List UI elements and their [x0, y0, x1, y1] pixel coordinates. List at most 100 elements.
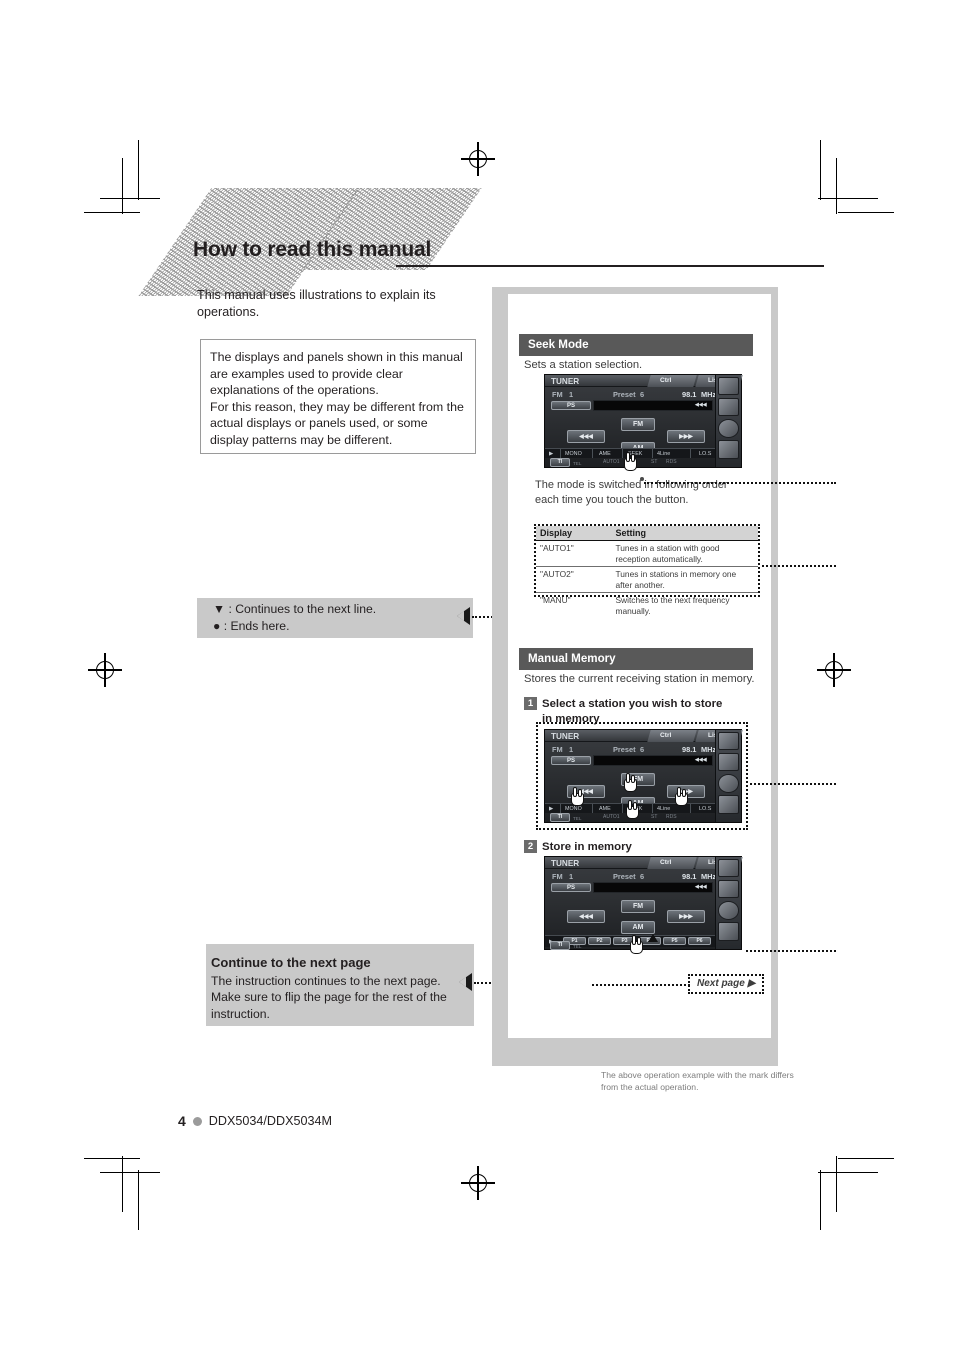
device-side-button-menu-icon[interactable] — [718, 376, 739, 396]
device-ti-button-label: TI — [557, 941, 563, 948]
device-side-button-audio-icon[interactable] — [718, 753, 739, 772]
device-next-button[interactable]: ▶▶▶ — [667, 910, 705, 923]
device-ame-button[interactable]: AME — [599, 806, 611, 812]
device-prev-button[interactable]: ◀◀◀ — [567, 430, 605, 443]
next-page-badge[interactable]: Next page ▶ — [688, 974, 765, 994]
device-side-button-disc-icon[interactable] — [718, 774, 739, 793]
crop-mark-top-left — [84, 140, 190, 220]
device-ps-button[interactable]: PS — [551, 401, 591, 410]
device-tab-ctrl[interactable] — [647, 857, 697, 869]
device-status-auto1: AUTO1 — [603, 814, 620, 820]
device-tab-ctrl-label: Ctrl — [660, 859, 672, 866]
note-box-text: The displays and panels shown in this ma… — [210, 350, 464, 447]
device-screenshot-manual-memory-step2: TUNER Ctrl List 11:21 FM 1 Preset 6 98.1… — [544, 856, 743, 950]
device-play-icon[interactable]: ▶ — [549, 451, 553, 457]
device-frequency: 98.1 — [682, 745, 697, 754]
registration-mark-top — [461, 142, 495, 176]
device-ti-button[interactable]: TI — [550, 813, 570, 822]
device-side-button-audio-icon[interactable] — [718, 880, 739, 899]
device-next-button-label: ▶▶▶ — [679, 433, 693, 440]
device-side-button-disc-icon[interactable] — [718, 419, 739, 438]
device-frequency: 98.1 — [682, 390, 697, 399]
device-preset-button-p6[interactable]: P6 — [688, 937, 711, 945]
device-side-button-disc-icon[interactable] — [718, 901, 739, 920]
legend-line-ends: ● : Ends here. — [213, 618, 290, 633]
panel-footnote: The above operation example with the mar… — [601, 1070, 794, 1092]
device-side-button-tools-icon[interactable] — [718, 795, 739, 814]
step-number-1: 1 — [524, 697, 537, 710]
device-band-label: FM — [552, 872, 563, 881]
table-cell-display: "MANU" — [540, 595, 571, 605]
device-4line-button[interactable]: 4Line — [657, 806, 670, 812]
device-tab-ctrl-label: Ctrl — [660, 377, 672, 384]
device-source-label: TUNER — [551, 732, 580, 741]
device-side-button-menu-icon[interactable] — [718, 858, 739, 878]
device-ps-button[interactable]: PS — [551, 883, 591, 892]
section-header-manual-memory-label: Manual Memory — [528, 652, 616, 665]
legend-arrow-notch-icon — [457, 611, 464, 621]
device-preset-button-p6-label: P6 — [696, 937, 703, 944]
device-screenshot-manual-memory-step1: TUNER Ctrl List 11:21 FM 1 Preset 6 98.1… — [544, 729, 743, 823]
footer-page-number: 4 — [178, 1113, 186, 1129]
registration-mark-right — [817, 653, 851, 687]
device-ps-button-label: PS — [566, 884, 575, 891]
device-tab-ctrl-label: Ctrl — [660, 732, 672, 739]
registration-mark-bottom — [461, 1166, 495, 1200]
next-page-connector — [592, 984, 690, 986]
device-fm-button-label: FM — [632, 421, 644, 428]
table-col-display: Display — [536, 526, 612, 541]
seek-table-connector — [762, 565, 836, 567]
table-row: "MANU" Switches to the next frequency ma… — [536, 593, 758, 619]
device-ti-button[interactable]: TI — [550, 458, 570, 467]
table-header-row: Display Setting — [536, 526, 758, 541]
table-col-setting: Setting — [611, 526, 758, 541]
device-band-number: 1 — [569, 872, 574, 881]
device-los-button[interactable]: LO.S — [699, 806, 711, 812]
device-screenshot-seek-mode: TUNER Ctrl List 11:21 FM 1 Preset 6 98.1… — [544, 374, 743, 468]
step-text-2: Store in memory — [542, 841, 632, 853]
device-preset-button-p2-label: P2 — [596, 937, 603, 944]
device-ps-button-label: PS — [566, 757, 575, 764]
device-ps-button[interactable]: PS — [551, 756, 591, 765]
device-am-button[interactable]: AM — [621, 921, 655, 934]
footer-model-name: DDX5034/DDX5034M — [208, 1114, 332, 1128]
device-next-button[interactable]: ▶▶▶ — [667, 430, 705, 443]
device-fm-button[interactable]: FM — [621, 418, 655, 431]
device-mono-button[interactable]: MONO — [565, 451, 582, 457]
device-ti-button[interactable]: TI — [550, 941, 570, 950]
continue-arrow-notch-icon — [459, 977, 466, 987]
device-play-icon[interactable]: ▶ — [549, 806, 553, 812]
section-header-seek-mode: Seek Mode — [519, 334, 753, 356]
device-status-auto1: AUTO1 — [603, 459, 620, 465]
device-side-button-menu-icon[interactable] — [718, 731, 739, 751]
device-prev-button-label: ◀◀◀ — [579, 913, 593, 920]
device-scroll-icon: ◀◀◀ — [695, 884, 707, 890]
device-tel-label: TEL — [573, 944, 582, 949]
seek-mode-settings-table: Display Setting "AUTO1" Tunes in a stati… — [536, 526, 758, 618]
device-side-button-audio-icon[interactable] — [718, 398, 739, 417]
device-status-st: ST — [651, 459, 658, 465]
note-box: The displays and panels shown in this ma… — [200, 339, 476, 454]
title-rule — [396, 265, 824, 267]
device-frequency-unit: MHz — [701, 745, 717, 754]
device-preset-label: Preset — [613, 745, 636, 754]
device-los-button[interactable]: LO.S — [699, 451, 711, 457]
device-preset-button-p5[interactable]: P5 — [663, 937, 686, 945]
device-fm-button[interactable]: FM — [621, 900, 655, 913]
device-prev-button[interactable]: ◀◀◀ — [567, 910, 605, 923]
device-status-rds: RDS — [666, 814, 677, 820]
device-ame-button[interactable]: AME — [599, 451, 611, 457]
device-frequency-unit: MHz — [701, 872, 717, 881]
device-tab-ctrl[interactable] — [647, 730, 697, 742]
footer-bullet-icon — [192, 1116, 202, 1126]
device-preset-button-p2[interactable]: P2 — [588, 937, 611, 945]
device-preset-number: 6 — [640, 745, 645, 754]
device-tab-ctrl[interactable] — [647, 375, 697, 387]
device-4line-button[interactable]: 4Line — [657, 451, 670, 457]
device-side-button-tools-icon[interactable] — [718, 440, 739, 459]
device-side-button-tools-icon[interactable] — [718, 922, 739, 941]
device-frequency: 98.1 — [682, 872, 697, 881]
registration-mark-left — [88, 653, 122, 687]
device-mono-button[interactable]: MONO — [565, 806, 582, 812]
seek-caption-connector — [644, 482, 836, 484]
